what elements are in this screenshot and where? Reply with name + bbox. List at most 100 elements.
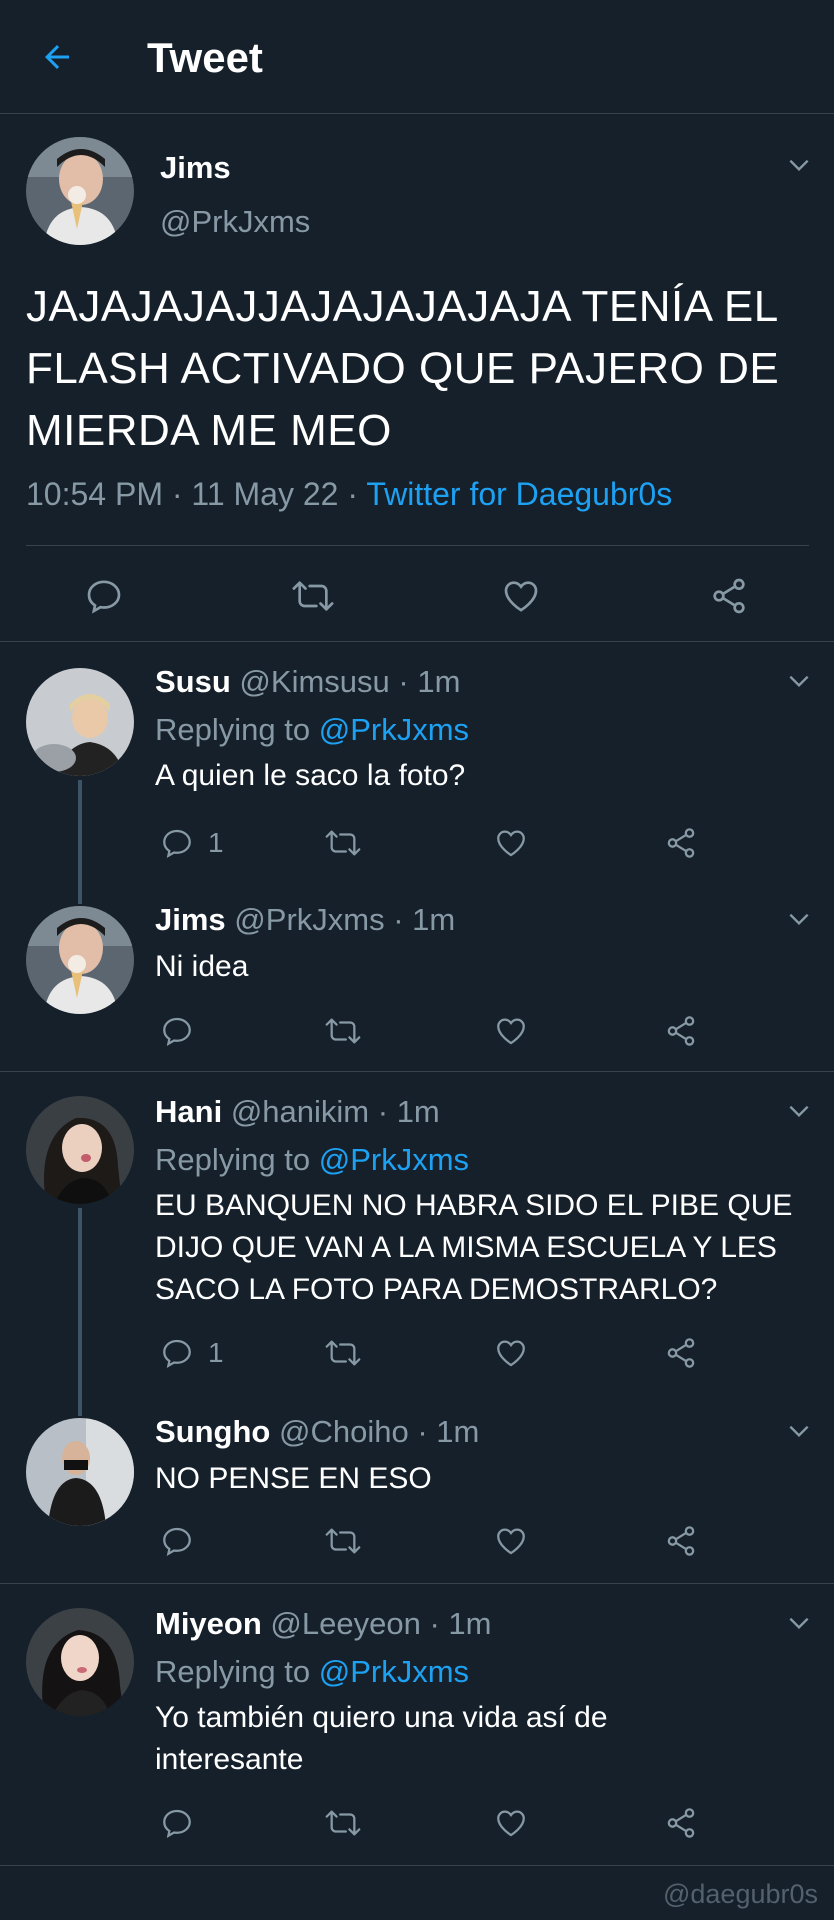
- replying-to: Replying to @PrkJxms: [155, 1654, 469, 1690]
- avatar[interactable]: [26, 906, 134, 1014]
- reply-button[interactable]: [160, 1524, 194, 1558]
- replying-label: Replying to: [155, 712, 311, 747]
- tweet-menu-button[interactable]: [784, 1608, 814, 1638]
- like-button[interactable]: [501, 576, 541, 616]
- avatar[interactable]: [26, 668, 134, 776]
- retweet-icon: [325, 1528, 361, 1554]
- reply-button[interactable]: [160, 1806, 194, 1840]
- share-button[interactable]: [664, 826, 698, 860]
- share-button[interactable]: [664, 1806, 698, 1840]
- replying-label: Replying to: [155, 1654, 311, 1689]
- like-button[interactable]: [494, 826, 528, 860]
- reply-button[interactable]: 1: [160, 826, 224, 860]
- divider: [26, 545, 809, 546]
- meta-separator: ·: [417, 1414, 428, 1449]
- share-button[interactable]: [664, 1014, 698, 1048]
- reply-text: A quien le saco la foto?: [155, 759, 466, 792]
- avatar[interactable]: [26, 1418, 134, 1526]
- reply-time: 1m: [412, 902, 456, 937]
- replying-to: Replying to @PrkJxms: [155, 1142, 469, 1178]
- tweet-menu-button[interactable]: [784, 150, 814, 180]
- page-title: Tweet: [147, 34, 263, 81]
- reply-button[interactable]: 1: [160, 1336, 224, 1370]
- reply-author-handle[interactable]: @Choiho: [279, 1414, 409, 1449]
- heart-icon: [504, 581, 538, 612]
- reply-button[interactable]: [84, 576, 124, 616]
- tweet-menu-button[interactable]: [784, 1096, 814, 1126]
- like-button[interactable]: [494, 1524, 528, 1558]
- mention-link[interactable]: @PrkJxms: [319, 712, 469, 747]
- chevron-down-icon: [789, 1105, 809, 1118]
- retweet-icon: [325, 1018, 361, 1044]
- retweet-icon: [325, 1340, 361, 1366]
- author-handle[interactable]: @PrkJxms: [160, 204, 310, 240]
- reply-author-handle[interactable]: @Leeyeon: [270, 1606, 420, 1641]
- retweet-icon: [292, 581, 334, 611]
- reply-author-name[interactable]: Jims: [155, 902, 226, 937]
- replying-label: Replying to: [155, 1142, 311, 1177]
- reply-button[interactable]: [160, 1014, 194, 1048]
- share-icon: [667, 1338, 695, 1368]
- chevron-down-icon: [789, 675, 809, 688]
- author-name[interactable]: Jims: [160, 150, 231, 186]
- retweet-button[interactable]: [291, 576, 335, 616]
- mention-link[interactable]: @PrkJxms: [319, 1654, 469, 1689]
- avatar[interactable]: [26, 1096, 134, 1204]
- replying-to: Replying to @PrkJxms: [155, 712, 469, 748]
- main-tweet: Jims @PrkJxms JAJAJAJAJJAJAJAJAJAJA TENÍ…: [0, 114, 834, 642]
- chevron-down-icon: [789, 159, 809, 172]
- tweet-text: JAJAJAJAJJAJAJAJAJAJA TENÍA EL FLASH ACT…: [26, 282, 780, 455]
- meta-separator: ·: [398, 664, 409, 699]
- reply-tweet[interactable]: Jims @PrkJxms · 1m Ni idea: [0, 902, 834, 1072]
- reply-author-name[interactable]: Sungho: [155, 1414, 270, 1449]
- reply-author-handle[interactable]: @PrkJxms: [234, 902, 384, 937]
- retweet-button[interactable]: [324, 1336, 362, 1370]
- chevron-down-icon: [789, 1425, 809, 1438]
- back-button[interactable]: [30, 34, 84, 80]
- reply-text: NO PENSE EN ESO: [155, 1462, 432, 1495]
- tweet-menu-button[interactable]: [784, 1416, 814, 1446]
- retweet-button[interactable]: [324, 826, 362, 860]
- reply-author-handle[interactable]: @Kimsusu: [239, 664, 389, 699]
- retweet-icon: [325, 1810, 361, 1836]
- reply-author-name[interactable]: Hani: [155, 1094, 222, 1129]
- reply-tweet[interactable]: Sungho @Choiho · 1m NO PENSE EN ESO: [0, 1412, 834, 1584]
- retweet-button[interactable]: [324, 1014, 362, 1048]
- tweet-source-link[interactable]: Twitter for Daegubr0s: [366, 476, 672, 512]
- share-button[interactable]: [664, 1336, 698, 1370]
- meta-separator: ·: [347, 476, 358, 512]
- reply-tweet[interactable]: Susu @Kimsusu · 1m Replying to @PrkJxms …: [0, 642, 834, 902]
- tweet-actions: [0, 566, 834, 626]
- share-button[interactable]: [709, 576, 749, 616]
- top-bar: Tweet: [0, 0, 834, 114]
- tweet-menu-button[interactable]: [784, 666, 814, 696]
- retweet-button[interactable]: [324, 1524, 362, 1558]
- like-button[interactable]: [494, 1014, 528, 1048]
- heart-icon: [497, 1810, 525, 1837]
- share-icon: [667, 1526, 695, 1556]
- chevron-down-icon: [789, 1617, 809, 1630]
- share-icon: [667, 1808, 695, 1838]
- like-button[interactable]: [494, 1806, 528, 1840]
- reply-author-name[interactable]: Miyeon: [155, 1606, 262, 1641]
- reply-author-name[interactable]: Susu: [155, 664, 231, 699]
- tweet-meta: 10:54 PM · 11 May 22 · Twitter for Daegu…: [26, 476, 672, 513]
- avatar[interactable]: [26, 1608, 134, 1716]
- reply-time: 1m: [417, 664, 461, 699]
- avatar[interactable]: [26, 137, 134, 245]
- mention-link[interactable]: @PrkJxms: [319, 1142, 469, 1177]
- share-icon: [713, 578, 745, 614]
- reply-time: 1m: [448, 1606, 492, 1641]
- reply-tweet[interactable]: Miyeon @Leeyeon · 1m Replying to @PrkJxm…: [0, 1584, 834, 1866]
- heart-icon: [497, 1340, 525, 1367]
- tweet-menu-button[interactable]: [784, 904, 814, 934]
- reply-header: Jims @PrkJxms · 1m: [155, 902, 455, 938]
- share-button[interactable]: [664, 1524, 698, 1558]
- reply-author-handle[interactable]: @hanikim: [231, 1094, 369, 1129]
- heart-icon: [497, 1018, 525, 1045]
- heart-icon: [497, 830, 525, 857]
- reply-tweet[interactable]: Hani @hanikim · 1m Replying to @PrkJxms …: [0, 1072, 834, 1412]
- retweet-button[interactable]: [324, 1806, 362, 1840]
- like-button[interactable]: [494, 1336, 528, 1370]
- reply-icon: [163, 1809, 191, 1838]
